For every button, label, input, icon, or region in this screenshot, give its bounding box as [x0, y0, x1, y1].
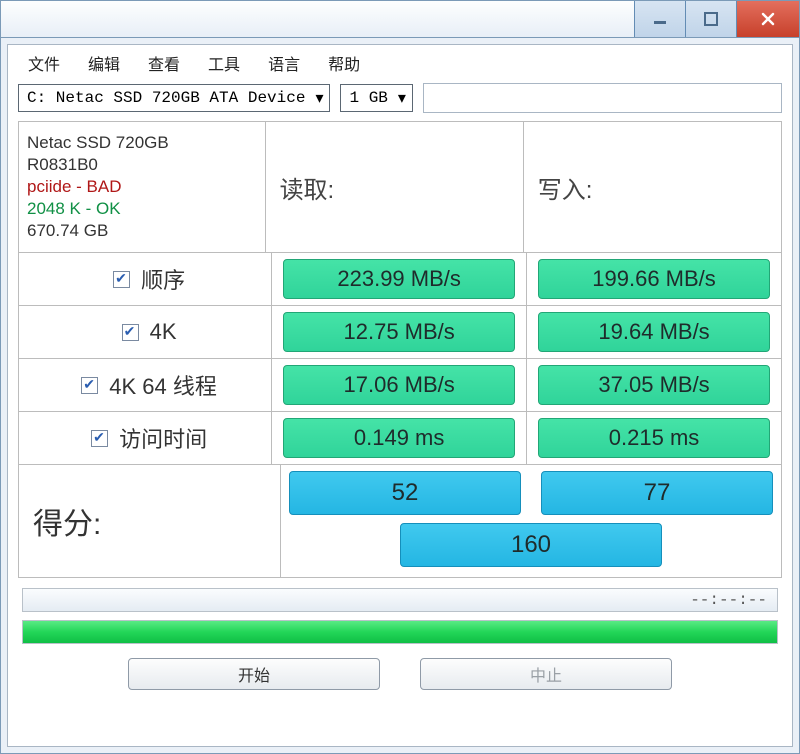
menu-file[interactable]: 文件	[14, 49, 74, 77]
device-select[interactable]: C: Netac SSD 720GB ATA Device ▾	[18, 84, 330, 112]
access-write-value: 0.215 ms	[538, 418, 770, 458]
outer-frame: 文件 编辑 查看 工具 语言 帮助 C: Netac SSD 720GB ATA…	[0, 38, 800, 754]
seq-read-value: 223.99 MB/s	[283, 259, 515, 299]
seq-checkbox[interactable]	[113, 271, 130, 288]
device-info: Netac SSD 720GB R0831B0 pciide - BAD 204…	[19, 122, 266, 252]
progress-area: --:--:--	[8, 582, 792, 652]
progress-bar-total	[22, 620, 778, 644]
score-read: 52	[289, 471, 521, 515]
progress-bar-task: --:--:--	[22, 588, 778, 612]
command-input[interactable]	[423, 83, 782, 113]
access-read-value: 0.149 ms	[283, 418, 515, 458]
device-block-status: 2048 K - OK	[27, 198, 257, 220]
4k-checkbox[interactable]	[122, 324, 139, 341]
4k-label: 4K	[150, 319, 177, 345]
toolbar: C: Netac SSD 720GB ATA Device ▾ 1 GB ▾	[8, 81, 792, 119]
menu-help[interactable]: 帮助	[314, 49, 374, 77]
menu-lang[interactable]: 语言	[254, 49, 314, 77]
menu-tools[interactable]: 工具	[194, 49, 254, 77]
4k64-read-value: 17.06 MB/s	[283, 365, 515, 405]
4k64-label: 4K 64 线程	[109, 369, 217, 401]
access-checkbox[interactable]	[91, 430, 108, 447]
device-firmware: R0831B0	[27, 154, 257, 176]
menu-edit[interactable]: 编辑	[74, 49, 134, 77]
size-select-value: 1 GB	[349, 89, 387, 107]
window-controls	[634, 1, 799, 37]
4k-write-value: 19.64 MB/s	[538, 312, 770, 352]
device-name: Netac SSD 720GB	[27, 132, 257, 154]
device-driver-status: pciide - BAD	[27, 176, 257, 198]
minimize-button[interactable]	[634, 1, 685, 37]
header-write: 写入:	[524, 122, 781, 252]
4k64-write-value: 37.05 MB/s	[538, 365, 770, 405]
start-button[interactable]: 开始	[128, 658, 380, 690]
maximize-button[interactable]	[685, 1, 736, 37]
stop-button[interactable]: 中止	[420, 658, 672, 690]
access-label: 访问时间	[119, 422, 207, 454]
score-total: 160	[400, 523, 662, 567]
chevron-down-icon: ▾	[398, 88, 406, 108]
header-read: 读取:	[266, 122, 524, 252]
menu-view[interactable]: 查看	[134, 49, 194, 77]
close-button[interactable]	[736, 1, 799, 37]
4k64-checkbox[interactable]	[81, 377, 98, 394]
button-row: 开始 中止	[8, 652, 792, 704]
client-area: 文件 编辑 查看 工具 语言 帮助 C: Netac SSD 720GB ATA…	[7, 44, 793, 747]
score-panel: 52 77 160	[281, 465, 781, 577]
app-window: 文件 编辑 查看 工具 语言 帮助 C: Netac SSD 720GB ATA…	[0, 0, 800, 752]
titlebar[interactable]	[0, 0, 800, 38]
size-select[interactable]: 1 GB ▾	[340, 84, 412, 112]
device-select-value: C: Netac SSD 720GB ATA Device	[27, 89, 305, 107]
seq-label: 顺序	[141, 263, 185, 295]
menu-bar: 文件 编辑 查看 工具 语言 帮助	[8, 45, 792, 81]
timer-label: --:--:--	[690, 591, 777, 609]
results-grid: Netac SSD 720GB R0831B0 pciide - BAD 204…	[18, 121, 782, 578]
chevron-down-icon: ▾	[315, 88, 323, 108]
score-write: 77	[541, 471, 773, 515]
score-label: 得分:	[19, 465, 281, 577]
device-capacity: 670.74 GB	[27, 220, 257, 242]
4k-read-value: 12.75 MB/s	[283, 312, 515, 352]
seq-write-value: 199.66 MB/s	[538, 259, 770, 299]
